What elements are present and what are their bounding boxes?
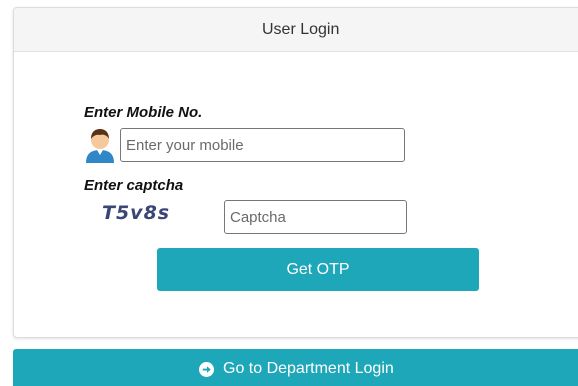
captcha-image: T5v8s bbox=[102, 202, 171, 224]
captcha-label: Enter captcha bbox=[84, 177, 184, 194]
captcha-input[interactable] bbox=[224, 200, 407, 234]
card-header: User Login bbox=[14, 8, 578, 52]
login-page: User Login Enter Mobile No. Enter captch… bbox=[0, 0, 578, 386]
page-title: User Login bbox=[262, 21, 340, 38]
department-login-label: Go to Department Login bbox=[223, 360, 394, 377]
mobile-input[interactable] bbox=[120, 128, 405, 162]
arrow-circle-right-icon bbox=[199, 361, 214, 377]
mobile-label: Enter Mobile No. bbox=[84, 104, 203, 121]
user-avatar-icon bbox=[84, 127, 116, 163]
get-otp-button[interactable]: Get OTP bbox=[157, 248, 479, 291]
department-login-button[interactable]: Go to Department Login bbox=[13, 349, 578, 386]
